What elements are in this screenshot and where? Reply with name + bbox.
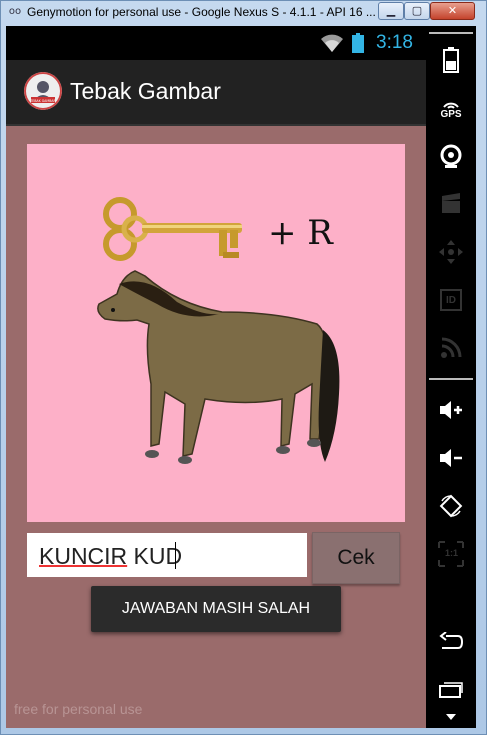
minimize-button[interactable]: ▁ (378, 2, 404, 20)
window-title-bar[interactable]: oo Genymotion for personal use - Google … (1, 1, 487, 25)
app-logo[interactable]: TEBAK GAMBAR (24, 72, 62, 110)
back-button[interactable] (431, 622, 471, 662)
battery-icon (352, 33, 364, 53)
id-button: ID (431, 280, 471, 320)
rss-button (431, 328, 471, 368)
puzzle-plus-r: + R (268, 213, 334, 253)
rotate-button[interactable] (431, 486, 471, 526)
check-button[interactable]: Cek (312, 532, 400, 584)
window-title: Genymotion for personal use - Google Nex… (27, 5, 376, 19)
answer-input-value: KUNCIR KUD (39, 543, 182, 570)
sidebar-divider (429, 378, 473, 380)
text-caret (175, 542, 176, 569)
camera-button[interactable] (431, 136, 471, 176)
gps-icon (443, 102, 459, 109)
horse-image (97, 270, 340, 464)
scale-button: 1:1 (431, 534, 471, 574)
video-icon (442, 193, 460, 213)
status-bar: 3:18 (6, 26, 426, 60)
back-icon (439, 632, 464, 649)
volume-up-icon (440, 401, 462, 419)
app-logo-text: TEBAK GAMBAR (29, 99, 56, 103)
rotate-icon (439, 494, 463, 518)
volume-up-button[interactable] (431, 390, 471, 430)
rss-icon (441, 337, 462, 358)
scale-icon: 1:1 (438, 541, 464, 567)
recent-apps-button[interactable] (431, 670, 471, 710)
volume-down-icon (440, 449, 462, 467)
gps-button[interactable]: GPS (431, 88, 471, 128)
action-bar: TEBAK GAMBAR Tebak Gambar (6, 60, 426, 126)
video-button (431, 184, 471, 224)
watermark: free for personal use (14, 701, 143, 717)
device-screen: 3:18 TEBAK GAMBAR Tebak Gambar + R KUNCI… (6, 26, 426, 728)
answer-misspelled-word: KUNCIR (39, 543, 128, 569)
id-label: ID (446, 294, 456, 306)
sidebar-divider (429, 32, 473, 34)
dpad-icon (439, 240, 463, 264)
menu-button[interactable] (431, 706, 471, 728)
id-icon: ID (440, 289, 462, 311)
volume-down-button[interactable] (431, 438, 471, 478)
key-image (103, 197, 242, 261)
battery-icon (443, 47, 459, 73)
app-title: Tebak Gambar (70, 78, 221, 104)
menu-icon (446, 714, 456, 720)
gps-label: GPS (440, 108, 462, 120)
camera-icon (440, 144, 462, 168)
recent-apps-icon (439, 682, 463, 698)
puzzle-image: + R (27, 144, 405, 522)
close-button[interactable]: ✕ (430, 2, 475, 20)
dpad-button (431, 232, 471, 272)
battery-button[interactable] (431, 40, 471, 80)
app-logo-image: TEBAK GAMBAR (24, 72, 62, 110)
genymotion-sidebar: GPS ID 1:1 (426, 26, 476, 728)
answer-rest: KUD (127, 543, 183, 569)
clock: 3:18 (376, 32, 413, 53)
maximize-button[interactable]: ▢ (404, 2, 430, 20)
genymotion-icon: oo (8, 6, 22, 17)
toast-message: JAWABAN MASIH SALAH (91, 586, 341, 632)
wifi-icon (321, 34, 343, 52)
